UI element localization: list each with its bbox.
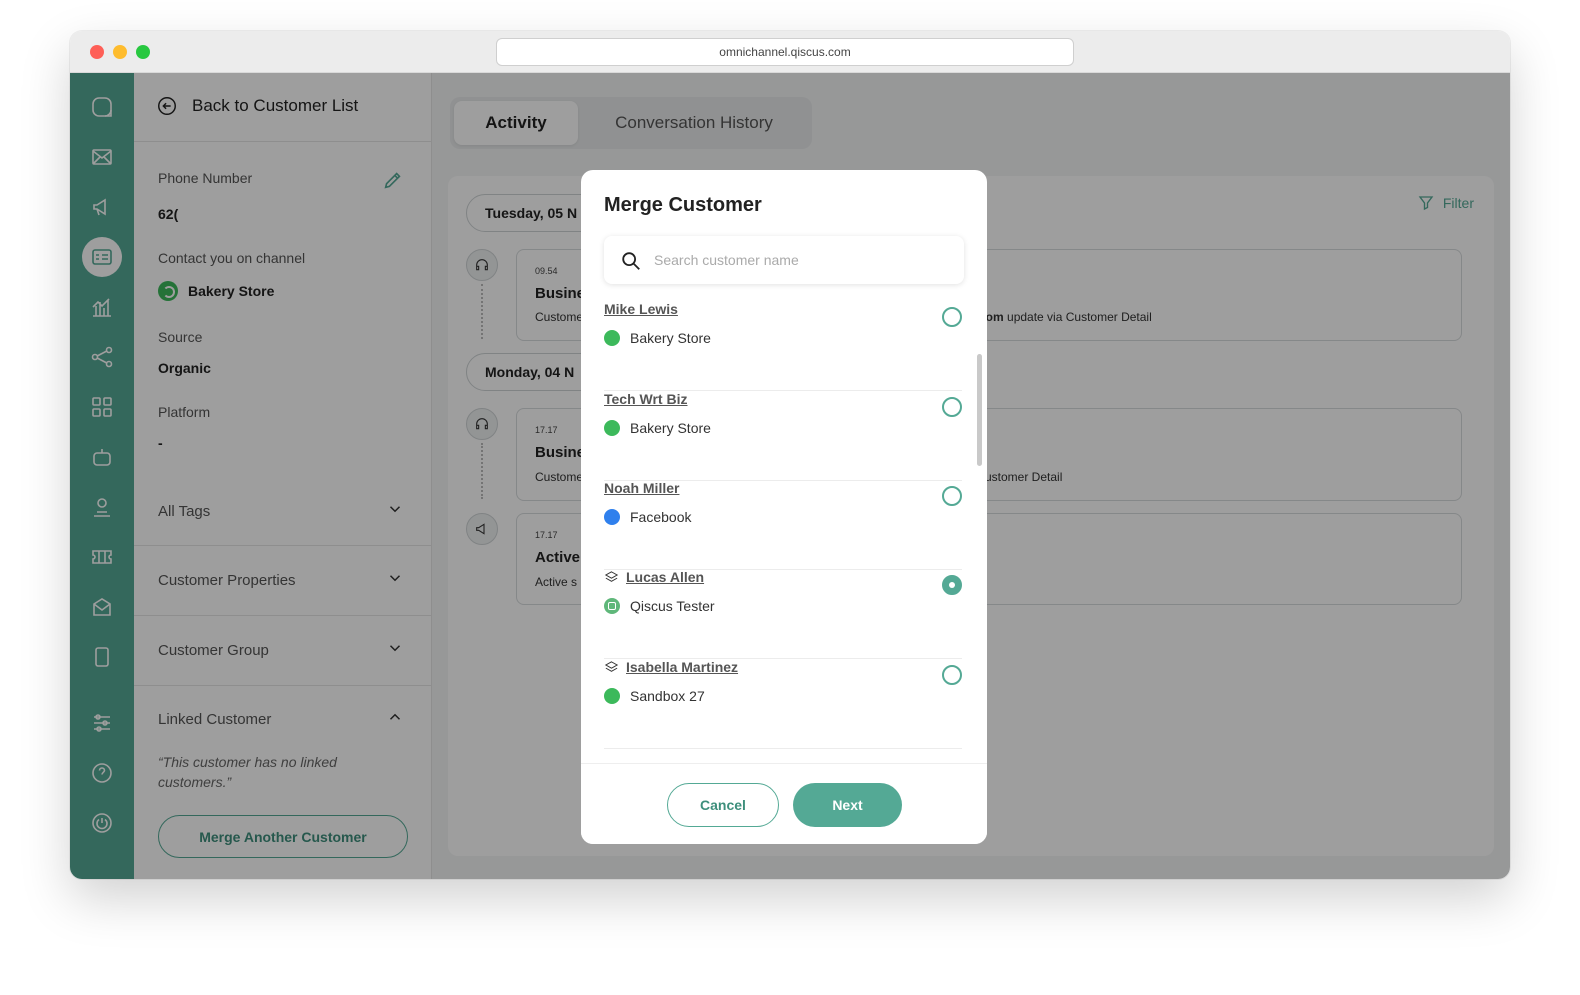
customer-channel: Bakery Store: [604, 420, 711, 436]
customer-channel: Bakery Store: [604, 330, 711, 346]
minimize-window-button[interactable]: [113, 45, 127, 59]
customer-option[interactable]: Isabella Martinez Sandbox 27: [604, 659, 962, 749]
scrollbar[interactable]: [977, 354, 982, 466]
qiscus-icon: [604, 598, 620, 614]
layers-icon: [604, 660, 619, 675]
channel-name: Bakery Store: [630, 330, 711, 346]
search-box: [604, 236, 964, 284]
customer-name[interactable]: Tech Wrt Biz: [604, 391, 688, 407]
radio-button[interactable]: [942, 397, 962, 417]
radio-button[interactable]: [942, 307, 962, 327]
customer-name[interactable]: Isabella Martinez: [626, 659, 738, 675]
whatsapp-icon: [604, 330, 620, 346]
close-window-button[interactable]: [90, 45, 104, 59]
customer-name[interactable]: Mike Lewis: [604, 301, 678, 317]
modal-title: Merge Customer: [604, 194, 762, 216]
maximize-window-button[interactable]: [136, 45, 150, 59]
search-icon: [622, 252, 640, 270]
customer-channel: Facebook: [604, 509, 691, 525]
browser-titlebar: omnichannel.qiscus.com: [70, 31, 1510, 73]
whatsapp-icon: [604, 688, 620, 704]
customer-option[interactable]: Tech Wrt Biz Bakery Store: [604, 391, 962, 481]
channel-name: Facebook: [630, 509, 692, 525]
search-input[interactable]: [654, 246, 944, 274]
customer-channel: Sandbox 27: [604, 688, 705, 704]
customer-name[interactable]: Noah Miller: [604, 480, 679, 496]
app: Back to Customer List Phone Number 62( C…: [70, 73, 1510, 879]
customer-option[interactable]: Lucas Allen Qiscus Tester: [604, 569, 962, 659]
customer-channel: Qiscus Tester: [604, 598, 715, 614]
radio-button[interactable]: [942, 486, 962, 506]
messenger-icon: [604, 509, 620, 525]
cancel-button[interactable]: Cancel: [667, 783, 779, 827]
channel-name: Sandbox 27: [630, 688, 705, 704]
customer-option[interactable]: Mike Lewis Bakery Store: [604, 301, 962, 391]
channel-name: Bakery Store: [630, 420, 711, 436]
next-button[interactable]: Next: [793, 783, 902, 827]
radio-button-selected[interactable]: [942, 575, 962, 595]
browser-window: omnichannel.qiscus.com Back to Customer …: [70, 31, 1510, 879]
modal-footer: Cancel Next: [581, 763, 987, 844]
merge-customer-modal: Merge Customer Mike Lewis Bakery Store T…: [581, 170, 987, 844]
layers-icon: [604, 570, 619, 585]
whatsapp-icon: [604, 420, 620, 436]
channel-name: Qiscus Tester: [630, 598, 715, 614]
address-bar[interactable]: omnichannel.qiscus.com: [496, 38, 1074, 66]
customer-option[interactable]: Noah Miller Facebook: [604, 480, 962, 570]
radio-button[interactable]: [942, 665, 962, 685]
customer-name[interactable]: Lucas Allen: [626, 569, 704, 585]
